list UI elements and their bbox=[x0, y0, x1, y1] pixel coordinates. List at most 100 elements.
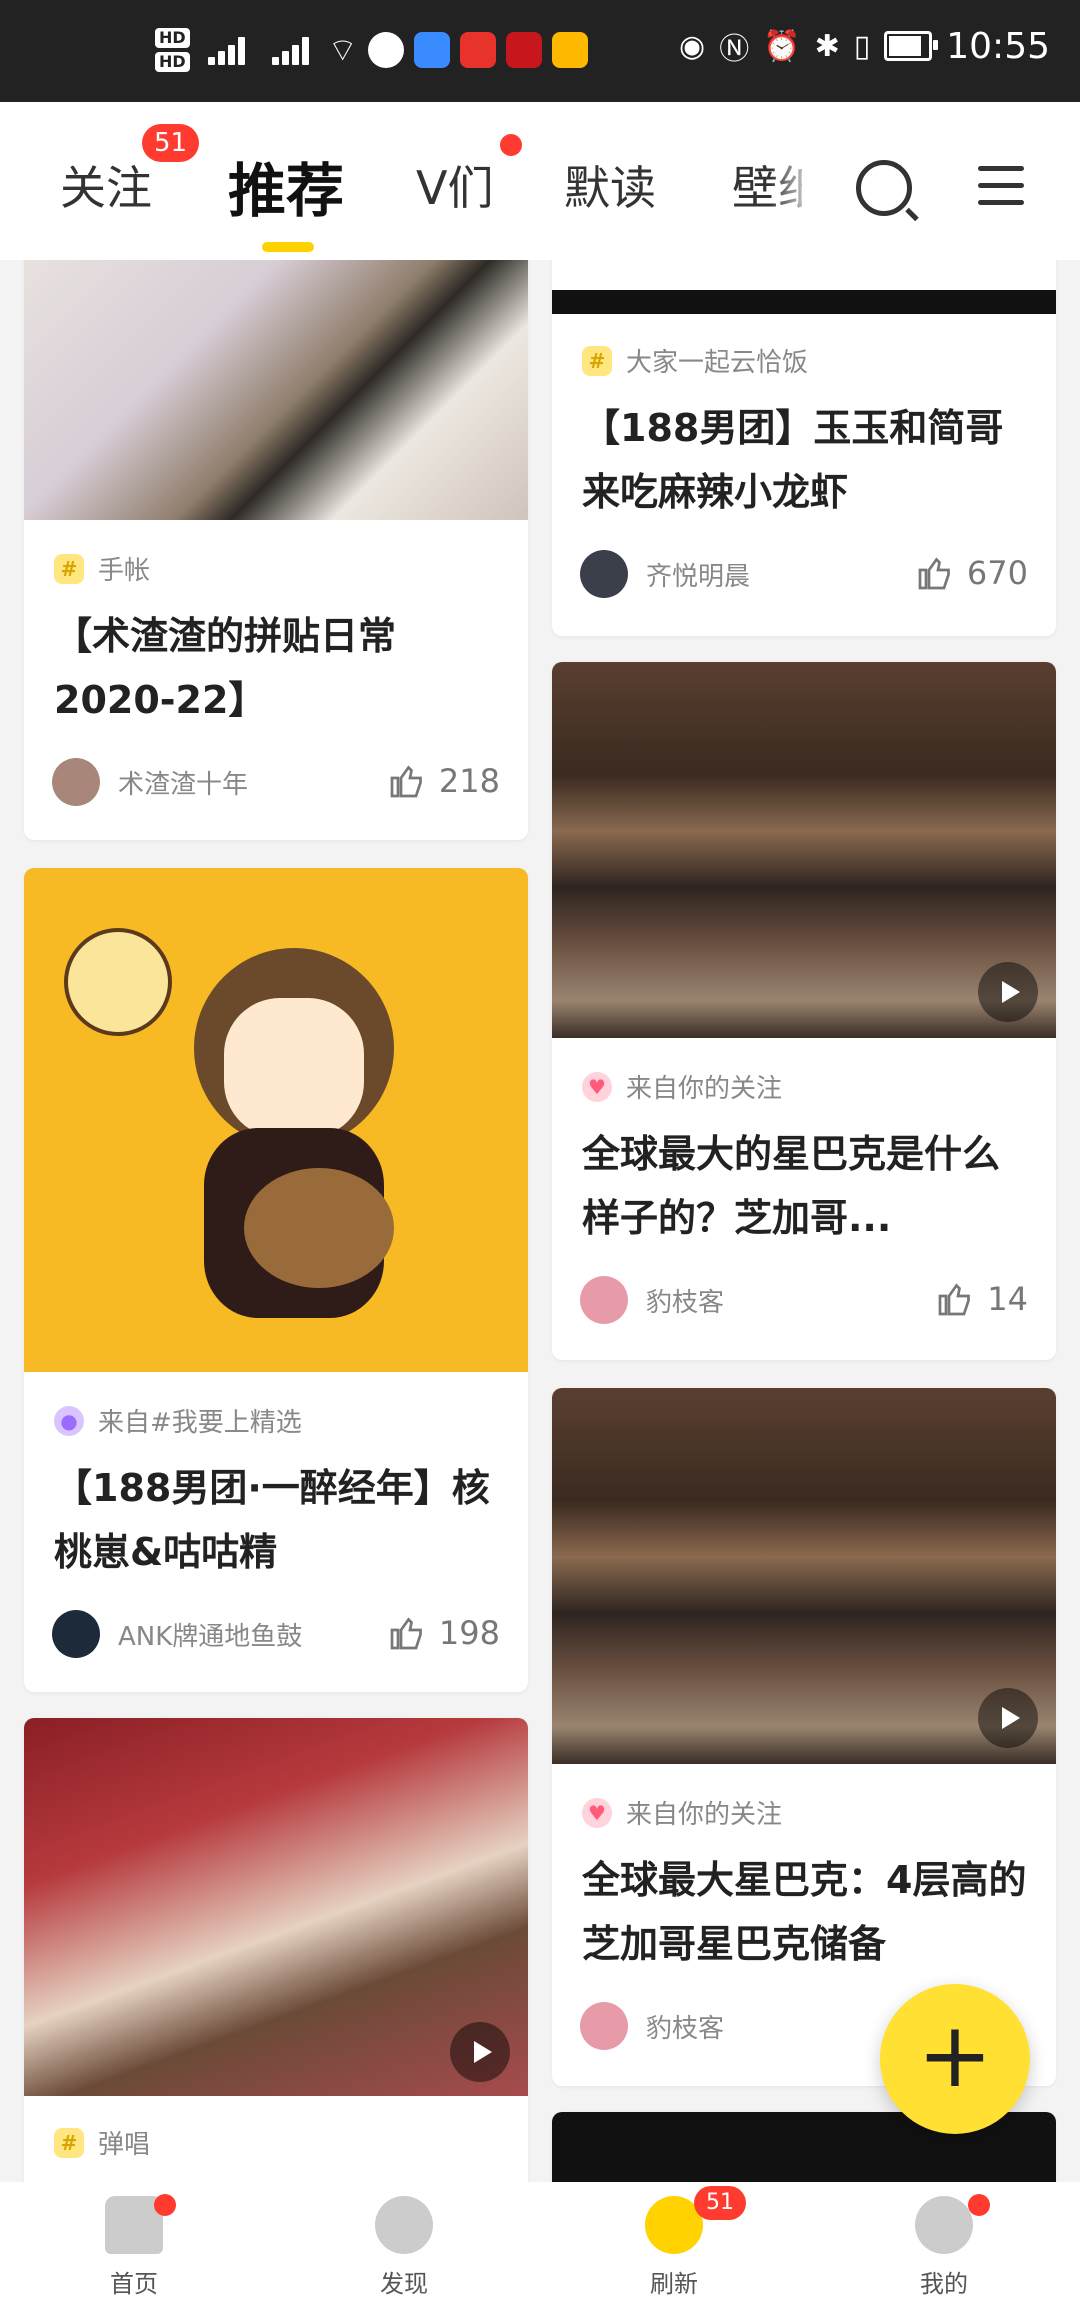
thumb-up-icon bbox=[918, 557, 950, 590]
post-tag[interactable]: ● 来自#我要上精选 bbox=[54, 1402, 302, 1439]
post-card[interactable]: ● 来自#我要上精选 【188男团·一醉经年】核桃崽&咕咕精 ANK牌通地鱼鼓 … bbox=[24, 868, 528, 1692]
post-author[interactable]: 豹枝客 bbox=[580, 2002, 724, 2050]
author-name: 豹枝客 bbox=[646, 1287, 725, 1318]
like-count: 670 bbox=[966, 554, 1028, 592]
post-title[interactable]: 【188男团·一醉经年】核桃崽&咕咕精 bbox=[54, 1456, 500, 1584]
hd-icon: HD bbox=[155, 28, 190, 48]
wifi-icon: ⌔ bbox=[327, 31, 358, 69]
signal-icon bbox=[264, 33, 318, 67]
app-icon bbox=[551, 32, 588, 68]
author-name: ANK牌通地鱼鼓 bbox=[118, 1621, 303, 1652]
nav-refresh[interactable]: 51 刷新 bbox=[604, 2186, 746, 2299]
heart-icon: ♥ bbox=[582, 1071, 612, 1102]
status-bar: HD HD ⌔ ◉ Ⓝ ⏰ ✱ ▯ 10:55 bbox=[0, 0, 1080, 102]
thumb-up-icon bbox=[938, 1283, 971, 1316]
post-image[interactable] bbox=[24, 868, 528, 1372]
app-icon bbox=[505, 32, 542, 68]
thumb-up-icon bbox=[390, 1617, 422, 1650]
post-tag[interactable]: ♥ 来自你的关注 bbox=[582, 1068, 782, 1105]
play-icon[interactable] bbox=[450, 2022, 510, 2082]
like-button[interactable]: 670 bbox=[917, 554, 1028, 592]
tab-vmen[interactable]: V们 bbox=[416, 152, 493, 218]
signal-icon bbox=[200, 33, 254, 67]
follow-badge: 51 bbox=[142, 124, 200, 162]
tab-follow[interactable]: 关注 bbox=[60, 152, 152, 218]
post-title[interactable]: 【术渣渣的拼贴日常2020-22】 bbox=[54, 604, 500, 732]
tab-recommend[interactable]: 推荐 bbox=[228, 144, 344, 228]
post-author[interactable]: 术渣渣十年 bbox=[52, 758, 248, 806]
nav-home[interactable]: 首页 bbox=[64, 2194, 204, 2299]
nfc-icon: Ⓝ bbox=[719, 32, 750, 67]
post-title[interactable]: 全球最大星巴克：4层高的芝加哥星巴克储备 bbox=[582, 1848, 1028, 1976]
hd-icons: HD HD bbox=[155, 28, 190, 72]
like-button[interactable]: 14 bbox=[937, 1280, 1028, 1318]
play-icon[interactable] bbox=[978, 1688, 1038, 1748]
post-card[interactable]: # 弹唱 bbox=[24, 1718, 528, 2218]
eye-icon: ◉ bbox=[679, 28, 706, 64]
hd-icon: HD bbox=[155, 52, 190, 72]
notification-dot bbox=[500, 134, 522, 156]
like-button[interactable]: 218 bbox=[389, 762, 500, 800]
app-icon bbox=[413, 32, 450, 68]
post-tag[interactable]: # 手帐 bbox=[54, 550, 150, 587]
compass-icon bbox=[375, 2196, 433, 2254]
tab-moredu[interactable]: 默读 bbox=[564, 152, 656, 218]
post-card[interactable]: ♥ 来自你的关注 全球最大的星巴克是什么样子的？芝加哥... 豹枝客 14 bbox=[552, 662, 1056, 1360]
character-face bbox=[224, 998, 364, 1138]
active-tab-indicator bbox=[262, 242, 314, 252]
tag-label: 手帐 bbox=[98, 556, 151, 586]
avatar bbox=[52, 1610, 100, 1658]
bluetooth-icon: ✱ bbox=[814, 28, 840, 64]
like-count: 14 bbox=[987, 1280, 1028, 1318]
author-name: 术渣渣十年 bbox=[118, 769, 249, 800]
tag-label: 弹唱 bbox=[98, 2130, 151, 2160]
post-title[interactable]: 【188男团】玉玉和简哥来吃麻辣小龙虾 bbox=[582, 396, 1028, 524]
top-nav: 关注 51 推荐 V们 默读 壁纸 bbox=[0, 102, 1080, 260]
walnut bbox=[244, 1168, 394, 1288]
clock: 10:55 bbox=[946, 25, 1050, 67]
post-author[interactable]: ANK牌通地鱼鼓 bbox=[52, 1610, 302, 1658]
topic-icon: # bbox=[582, 345, 612, 376]
plus-icon: + bbox=[917, 2003, 993, 2108]
notification-dot bbox=[154, 2194, 176, 2216]
nav-label: 我的 bbox=[920, 2270, 968, 2298]
post-author[interactable]: 豹枝客 bbox=[580, 1276, 724, 1324]
featured-icon: ● bbox=[54, 1405, 84, 1436]
music-note-icon bbox=[64, 928, 172, 1036]
menu-icon[interactable] bbox=[978, 166, 1024, 217]
play-icon[interactable] bbox=[978, 962, 1038, 1022]
avatar bbox=[580, 2002, 628, 2050]
post-tag[interactable]: ♥ 来自你的关注 bbox=[582, 1794, 782, 1831]
topic-icon: # bbox=[54, 553, 84, 584]
tag-label: 大家一起云恰饭 bbox=[626, 348, 809, 378]
post-author[interactable]: 齐悦明晨 bbox=[580, 550, 750, 598]
alarm-icon: ⏰ bbox=[763, 28, 801, 64]
tab-fade bbox=[770, 132, 830, 242]
post-title[interactable]: 全球最大的星巴克是什么样子的？芝加哥... bbox=[582, 1122, 1028, 1250]
avatar bbox=[580, 1276, 628, 1324]
vibrate-icon: ▯ bbox=[853, 28, 871, 64]
like-button[interactable]: 198 bbox=[389, 1614, 500, 1652]
nav-discover[interactable]: 发现 bbox=[334, 2196, 474, 2299]
tag-label: 来自#我要上精选 bbox=[98, 1408, 302, 1438]
app-icon bbox=[367, 32, 404, 68]
nav-me[interactable]: 我的 bbox=[874, 2194, 1014, 2299]
thumb-up-icon bbox=[390, 765, 422, 798]
tag-label: 来自你的关注 bbox=[626, 1074, 783, 1104]
nav-label: 首页 bbox=[110, 2270, 158, 2298]
battery-icon bbox=[884, 31, 939, 61]
notification-dot bbox=[968, 2194, 990, 2216]
search-icon[interactable] bbox=[856, 160, 912, 216]
post-tag[interactable]: # 弹唱 bbox=[54, 2124, 150, 2161]
post-image[interactable] bbox=[24, 240, 528, 520]
post-image[interactable] bbox=[552, 290, 1056, 314]
post-card[interactable]: # 大家一起云恰饭 【188男团】玉玉和简哥来吃麻辣小龙虾 齐悦明晨 670 bbox=[552, 240, 1056, 636]
tag-label: 来自你的关注 bbox=[626, 1800, 783, 1830]
post-card[interactable]: # 手帐 【术渣渣的拼贴日常2020-22】 术渣渣十年 218 bbox=[24, 240, 528, 840]
status-right: ◉ Ⓝ ⏰ ✱ ▯ 10:55 bbox=[679, 24, 1050, 68]
post-tag[interactable]: # 大家一起云恰饭 bbox=[582, 342, 808, 379]
create-post-button[interactable]: + bbox=[880, 1984, 1030, 2134]
nav-label: 刷新 bbox=[650, 2270, 698, 2298]
nav-label: 发现 bbox=[380, 2270, 428, 2298]
post-card[interactable]: ♥ 来自你的关注 全球最大星巴克：4层高的芝加哥星巴克储备 豹枝客 bbox=[552, 1388, 1056, 2086]
